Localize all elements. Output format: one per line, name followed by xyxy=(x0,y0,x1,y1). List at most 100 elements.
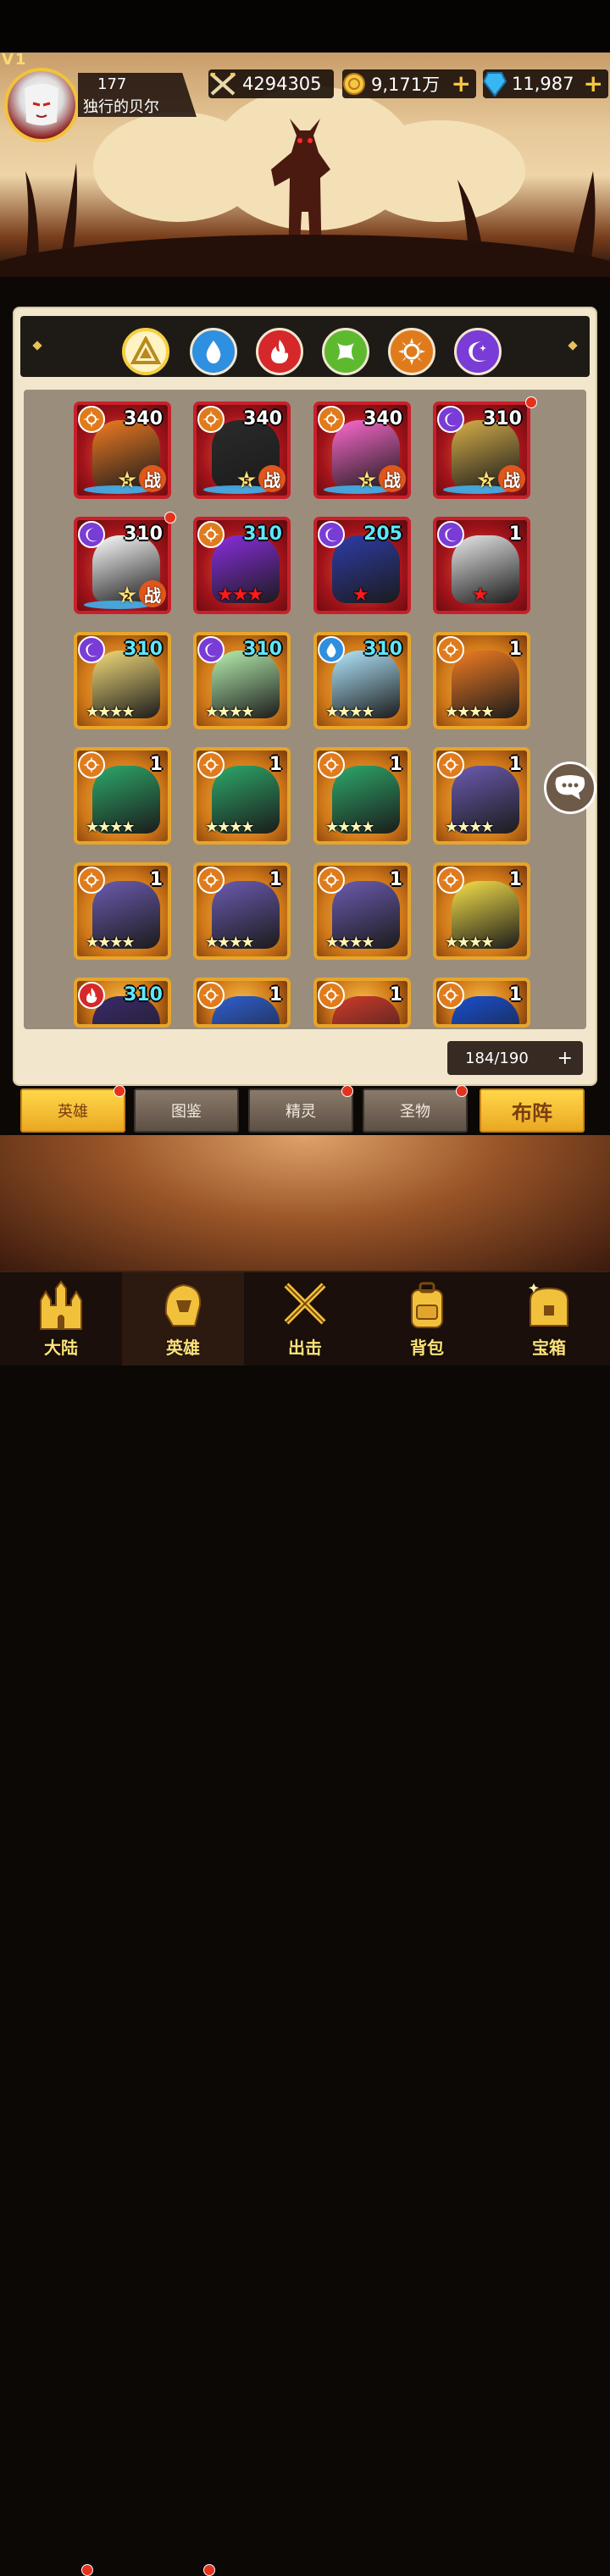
hero-level: 310 xyxy=(363,639,402,660)
filter-all-tab[interactable] xyxy=(122,328,169,375)
nav-heroes-label: 英雄 xyxy=(166,1338,200,1358)
crossed-swords-nav-icon xyxy=(284,1282,326,1325)
hero-level: 1 xyxy=(508,869,522,890)
hero-level: 340 xyxy=(124,408,163,429)
hero-capacity: 184/190 + xyxy=(447,1041,583,1075)
filter-dark-tab[interactable] xyxy=(454,328,502,375)
hero-card[interactable]: 310 xyxy=(74,978,171,1028)
hero-card[interactable]: 310 ★★★★ xyxy=(193,632,291,729)
gem-value: 11,987 xyxy=(512,74,574,94)
hero-level: 1 xyxy=(508,639,522,660)
hero-level: 1 xyxy=(389,754,402,775)
star-rank-badge: ★ 5 xyxy=(356,466,378,494)
add-gold-button[interactable]: + xyxy=(452,72,471,96)
nav-continent-label: 大陆 xyxy=(44,1338,78,1358)
hero-level: 1 xyxy=(508,984,522,1005)
hero-stars: ★★★★ xyxy=(325,933,375,951)
hero-notification-dot xyxy=(164,512,176,524)
chat-button[interactable] xyxy=(544,762,596,814)
hero-level: 1 xyxy=(149,869,163,890)
hero-card[interactable]: 205 ★ xyxy=(313,517,411,614)
tab-relic[interactable]: 圣物 xyxy=(363,1089,468,1133)
hero-stars: ★★★★ xyxy=(445,818,495,836)
nav-attack[interactable]: 出击 xyxy=(244,1272,366,1366)
hero-level: 1 xyxy=(269,984,282,1005)
bottom-nav: 大陆 英雄 出击 背包 宝箱 xyxy=(0,1271,610,2576)
player-avatar[interactable] xyxy=(4,68,79,142)
hero-card[interactable]: 340 ★ 5 战 xyxy=(193,402,291,499)
tab-codex[interactable]: 图鉴 xyxy=(134,1089,239,1133)
hero-level: 340 xyxy=(243,408,282,429)
continent-notification-dot xyxy=(81,2564,93,2576)
bottom-decoration xyxy=(0,1135,610,1271)
hero-card[interactable]: 1 ★★★★ xyxy=(313,862,411,960)
hero-card[interactable]: 1 ★★★★ xyxy=(74,747,171,845)
moon-icon xyxy=(469,341,486,362)
hero-card[interactable]: 340 ★ 5 战 xyxy=(313,402,411,499)
expand-capacity-button[interactable]: + xyxy=(557,1048,573,1069)
hero-card[interactable]: 310 ★ 2 战 xyxy=(433,402,530,499)
nav-continent[interactable]: 大陆 xyxy=(0,1272,122,1366)
in-battle-badge: 战 xyxy=(139,580,166,607)
hero-card[interactable]: 1 ★★★★ xyxy=(193,747,291,845)
relic-tab-notification-dot xyxy=(456,1085,468,1097)
crossed-swords-icon xyxy=(209,72,236,96)
formation-button[interactable]: 布阵 xyxy=(480,1089,585,1133)
hero-card[interactable]: 1 ★★★★ xyxy=(433,862,530,960)
light-element-icon xyxy=(318,867,345,894)
filter-water-tab[interactable] xyxy=(190,328,237,375)
light-element-icon xyxy=(318,406,345,433)
nav-chest[interactable]: 宝箱 xyxy=(488,1272,610,1366)
gem-icon xyxy=(483,72,507,97)
hero-level: 1 xyxy=(389,869,402,890)
filter-wind-tab[interactable] xyxy=(322,328,369,375)
castle-icon xyxy=(40,1280,82,1330)
element-filter-bar xyxy=(20,316,590,377)
hero-card[interactable]: 1 xyxy=(433,978,530,1028)
hero-card[interactable]: 310 ★★★★ xyxy=(74,632,171,729)
star-rank-badge: ★ 5 xyxy=(236,466,258,494)
star-rank-badge: ★ 5 xyxy=(116,466,138,494)
hero-card[interactable]: 1 ★★★★ xyxy=(313,747,411,845)
in-battle-badge: 战 xyxy=(258,465,286,492)
nav-heroes[interactable]: 英雄 xyxy=(122,1272,244,1366)
hero-stars: ★★★★ xyxy=(86,933,136,951)
tab-spirit[interactable]: 精灵 xyxy=(248,1089,353,1133)
hero-card[interactable]: 1 ★★★★ xyxy=(74,862,171,960)
hero-card[interactable]: 1 xyxy=(313,978,411,1028)
nav-backpack[interactable]: 背包 xyxy=(366,1272,488,1366)
hero-card[interactable]: 1 ★ xyxy=(433,517,530,614)
hero-level: 1 xyxy=(508,524,522,545)
hero-stars: ★★★★ xyxy=(325,818,375,836)
star-rank-value: 2 xyxy=(123,591,131,603)
filter-fire-tab[interactable] xyxy=(256,328,303,375)
hero-card[interactable]: 1 xyxy=(193,978,291,1028)
hero-card[interactable]: 1 ★★★★ xyxy=(193,862,291,960)
gem-display: 11,987 + xyxy=(483,69,608,98)
hero-card[interactable]: 310 ★★★ xyxy=(193,517,291,614)
hero-card[interactable]: 1 ★★★★ xyxy=(433,747,530,845)
hero-card[interactable]: 340 ★ 5 战 xyxy=(74,402,171,499)
dark-element-icon xyxy=(437,406,464,433)
hero-card[interactable]: 310 ★★★★ xyxy=(313,632,411,729)
hero-stars: ★★★★ xyxy=(205,703,255,721)
gold-display: 9,171万 + xyxy=(342,69,476,98)
power-value: 4294305 xyxy=(242,74,322,94)
filter-light-tab[interactable] xyxy=(388,328,435,375)
hero-card[interactable]: 310 ★ 2 战 xyxy=(74,517,171,614)
heroes-nav-notification-dot xyxy=(203,2564,215,2576)
light-element-icon xyxy=(78,867,105,894)
hero-stars: ★★★★ xyxy=(445,703,495,721)
heroes-tab-notification-dot xyxy=(114,1085,125,1097)
add-gem-button[interactable]: + xyxy=(584,72,603,96)
tab-heroes[interactable]: 英雄 xyxy=(20,1089,125,1133)
light-element-icon xyxy=(437,867,464,894)
sun-icon xyxy=(398,338,425,365)
nav-chest-label: 宝箱 xyxy=(532,1338,566,1358)
dark-element-icon xyxy=(318,521,345,548)
water-icon xyxy=(206,341,221,363)
hero-level: 310 xyxy=(124,639,163,660)
in-battle-badge: 战 xyxy=(498,465,525,492)
hero-card[interactable]: 1 ★★★★ xyxy=(433,632,530,729)
hero-level: 1 xyxy=(389,984,402,1005)
